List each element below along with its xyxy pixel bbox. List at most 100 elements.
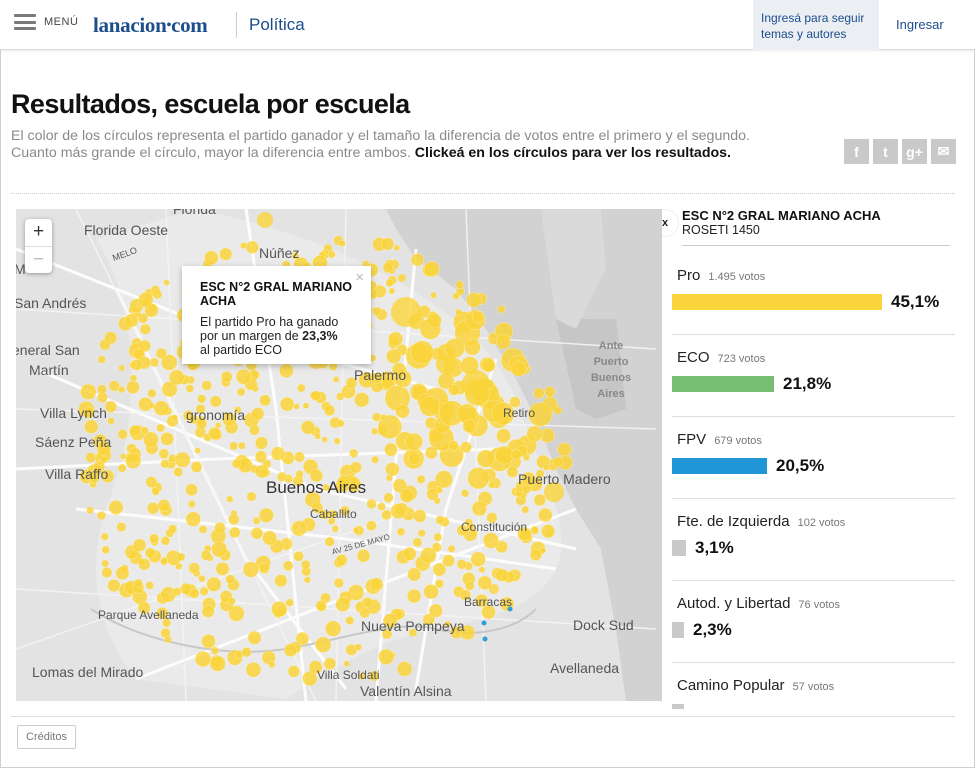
school-circle[interactable] [199,586,209,596]
school-circle[interactable] [149,533,160,544]
login-link[interactable]: Ingresar [896,17,944,32]
school-circle[interactable] [529,548,542,561]
school-circle[interactable] [407,452,421,466]
school-circle[interactable] [417,529,426,538]
school-circle[interactable] [391,297,421,327]
school-circle[interactable] [393,244,401,252]
school-circle[interactable] [420,547,437,564]
school-circle[interactable] [137,292,154,308]
school-circle[interactable] [471,500,488,517]
school-circle[interactable] [116,522,127,532]
school-circle[interactable] [164,635,172,644]
school-circle[interactable] [236,387,246,397]
school-circle[interactable] [274,574,288,588]
school-circle[interactable] [324,536,335,547]
school-circle[interactable] [80,383,97,400]
school-circle[interactable] [377,502,386,511]
school-circle[interactable] [506,466,519,478]
school-circle[interactable] [335,597,351,612]
school-circle[interactable] [331,525,340,533]
school-circle[interactable] [231,458,242,469]
school-circle[interactable] [460,489,470,498]
school-circle[interactable] [333,437,341,445]
school-circle[interactable] [258,507,274,523]
school-circle[interactable] [158,448,170,459]
school-circle[interactable] [235,368,252,385]
school-circle[interactable] [379,413,387,421]
school-circle[interactable] [172,587,182,597]
school-circle[interactable] [133,578,143,588]
school-circle[interactable] [285,598,294,607]
school-circle[interactable] [84,419,99,434]
school-circle[interactable] [228,526,241,539]
school-circle[interactable] [198,574,206,583]
school-circle[interactable] [553,405,563,415]
school-circle[interactable] [188,562,200,574]
school-circle[interactable] [332,376,340,383]
school-circle[interactable] [228,513,240,526]
follow-topics-link[interactable]: Ingresá para seguir temas y autores [753,0,879,50]
school-circle[interactable] [229,441,239,451]
school-circle[interactable] [85,452,97,464]
credits-button[interactable]: Créditos [17,725,76,749]
school-circle[interactable] [241,647,252,658]
school-circle[interactable] [130,359,143,371]
school-circle[interactable] [385,462,400,477]
school-circle[interactable] [145,581,154,590]
school-circle[interactable] [245,240,259,254]
school-circle[interactable] [117,463,127,473]
school-circle[interactable] [147,388,157,398]
school-circle[interactable] [293,550,304,562]
school-circle[interactable] [335,554,348,566]
school-circle[interactable] [137,558,146,567]
school-circle[interactable] [371,455,380,464]
school-circle[interactable] [252,516,261,525]
school-circle[interactable] [145,476,158,488]
school-circle[interactable] [137,312,149,324]
school-circle[interactable] [378,648,395,665]
school-circle[interactable] [310,390,322,402]
school-circle[interactable] [282,560,294,572]
school-circle[interactable] [354,392,370,408]
section-title[interactable]: Política [249,15,305,35]
school-circle[interactable] [388,287,396,295]
school-circle[interactable] [552,456,564,468]
school-circle[interactable] [163,279,170,286]
school-circle[interactable] [419,395,441,417]
school-circle[interactable] [385,278,394,288]
school-circle[interactable] [254,450,268,463]
school-circle[interactable] [380,237,395,251]
school-circle[interactable] [262,530,278,546]
school-circle[interactable] [180,582,192,595]
school-circle[interactable] [510,449,522,461]
school-circle[interactable] [220,370,233,383]
school-circle[interactable] [295,470,304,479]
school-circle[interactable] [247,630,262,645]
school-circle[interactable] [190,461,203,473]
school-circle[interactable] [352,526,360,534]
school-circle[interactable] [129,424,141,437]
school-circle[interactable] [107,417,115,425]
school-circle[interactable] [296,383,306,393]
school-circle[interactable] [115,566,130,581]
school-circle[interactable] [100,455,108,464]
school-circle[interactable] [361,596,373,608]
school-circle[interactable] [149,357,160,368]
school-circle[interactable] [219,247,233,261]
zoom-out-button[interactable]: − [25,246,52,273]
school-circle[interactable] [214,421,222,429]
school-circle[interactable] [395,403,410,419]
school-circle[interactable] [470,551,486,567]
school-circle[interactable] [481,358,496,373]
school-circle[interactable] [557,442,572,457]
school-circle[interactable] [249,424,260,436]
school-circle[interactable] [86,506,95,515]
school-circle[interactable] [343,660,351,667]
school-circle[interactable] [254,436,269,450]
school-circle[interactable] [430,291,438,299]
school-circle[interactable] [287,665,300,678]
school-circle[interactable] [225,574,236,585]
school-circle[interactable] [168,524,178,534]
school-circle[interactable] [201,380,213,391]
menu-button[interactable]: MENÚ [14,14,78,30]
